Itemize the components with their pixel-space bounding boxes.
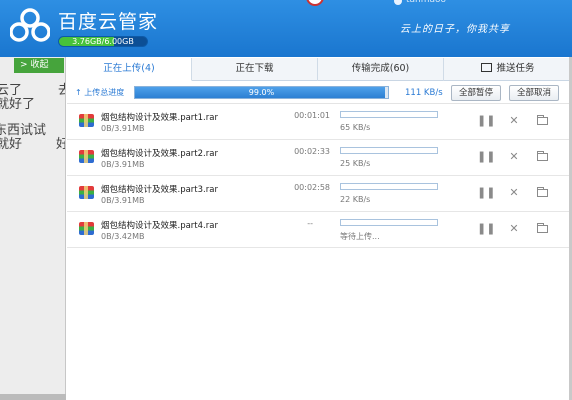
notification-icon[interactable]	[306, 0, 324, 6]
file-speed: 22 KB/s	[340, 195, 371, 204]
overall-speed: 111 KB/s	[405, 88, 443, 98]
close-icon[interactable]: ✕	[507, 186, 521, 200]
rar-file-icon	[79, 150, 94, 163]
file-size: 0B/3.91MB	[101, 124, 145, 133]
time-remaining: 00:01:01	[294, 111, 330, 120]
tab-push-tasks-label: 推送任务	[496, 63, 535, 74]
screen-icon	[481, 63, 493, 72]
username[interactable]: tanmaoo	[406, 0, 446, 5]
file-speed: 25 KB/s	[340, 159, 371, 168]
file-name: 烟包结构设计及效果.part3.rar	[101, 185, 218, 195]
pause-icon[interactable]: ❚❚	[477, 186, 495, 200]
list-item[interactable]: 烟包结构设计及效果.part3.rar 0B/3.91MB 00:02:58 2…	[67, 176, 572, 212]
overall-progress-bar: 99.0%	[134, 86, 389, 99]
background-text: 去	[58, 79, 65, 98]
collapse-button[interactable]: > 收起	[14, 58, 64, 73]
collapse-label: 收起	[30, 60, 49, 70]
pause-icon[interactable]: ❚❚	[477, 114, 495, 128]
transfer-tabs: 正在上传(4) 正在下载 传输完成(60) 推送任务	[67, 58, 572, 81]
storage-quota-text: 3.76GB/6.00GB	[72, 37, 134, 46]
file-size: 0B/3.42MB	[101, 232, 145, 241]
pause-icon[interactable]: ❚❚	[477, 150, 495, 164]
folder-icon[interactable]	[535, 222, 549, 236]
close-icon[interactable]: ✕	[507, 114, 521, 128]
background-text: 就好了	[0, 97, 36, 112]
rar-file-icon	[79, 222, 94, 235]
tab-downloading[interactable]: 正在下载	[192, 58, 318, 81]
chevron-right-icon: >	[20, 60, 28, 70]
list-item[interactable]: 烟包结构设计及效果.part2.rar 0B/3.91MB 00:02:33 2…	[67, 140, 572, 176]
file-progress-bar	[340, 183, 438, 190]
cancel-all-button[interactable]: 全部取消	[509, 85, 559, 101]
overall-progress-percent: 99.0%	[248, 88, 275, 97]
background-text: 好	[56, 133, 65, 152]
file-name: 烟包结构设计及效果.part1.rar	[101, 113, 218, 123]
app-title: 百度云管家	[58, 11, 159, 33]
overall-progress-row: ↑ 上传总进度 99.0% 111 KB/s 全部暂停 全部取消	[67, 82, 572, 104]
storage-quota-bar: 3.76GB/6.00GB	[58, 36, 148, 47]
upload-arrow-icon: ↑	[75, 88, 85, 97]
baidu-cloud-logo	[10, 8, 50, 42]
time-remaining: 00:02:33	[294, 147, 330, 156]
file-progress-bar	[340, 219, 438, 226]
rar-file-icon	[79, 114, 94, 127]
file-progress-bar	[340, 111, 438, 118]
status-strip	[0, 394, 66, 400]
file-name: 烟包结构设计及效果.part2.rar	[101, 149, 218, 159]
user-avatar[interactable]	[394, 0, 402, 5]
file-speed: 65 KB/s	[340, 123, 371, 132]
pause-all-button[interactable]: 全部暂停	[451, 85, 501, 101]
tab-push-tasks[interactable]: 推送任务	[444, 58, 572, 81]
pause-icon[interactable]: ❚❚	[477, 222, 495, 236]
folder-icon[interactable]	[535, 186, 549, 200]
folder-icon[interactable]	[535, 150, 549, 164]
file-name: 烟包结构设计及效果.part4.rar	[101, 221, 218, 231]
file-progress-bar	[340, 147, 438, 154]
file-size: 0B/3.91MB	[101, 160, 145, 169]
app-header: 百度云管家 3.76GB/6.00GB 云上的日子，你我共享 tanmaoo	[0, 0, 572, 57]
sidebar: 云了 去 就好了 东西试试 就好 好 >收起	[0, 57, 66, 400]
slogan: 云上的日子，你我共享	[400, 24, 510, 35]
file-speed: 等待上传...	[340, 232, 380, 241]
background-text: 就好	[0, 137, 23, 152]
overall-progress-label: ↑ 上传总进度	[75, 88, 125, 97]
list-item[interactable]: 烟包结构设计及效果.part1.rar 0B/3.91MB 00:01:01 6…	[67, 104, 572, 140]
time-remaining: 00:02:58	[294, 183, 330, 192]
file-size: 0B/3.91MB	[101, 196, 145, 205]
tab-uploading[interactable]: 正在上传(4)	[67, 58, 192, 81]
time-remaining: --	[307, 219, 313, 228]
close-icon[interactable]: ✕	[507, 222, 521, 236]
tab-completed[interactable]: 传输完成(60)	[318, 58, 444, 81]
close-icon[interactable]: ✕	[507, 150, 521, 164]
list-item[interactable]: 烟包结构设计及效果.part4.rar 0B/3.42MB -- 等待上传...…	[67, 212, 572, 248]
folder-icon[interactable]	[535, 114, 549, 128]
rar-file-icon	[79, 186, 94, 199]
